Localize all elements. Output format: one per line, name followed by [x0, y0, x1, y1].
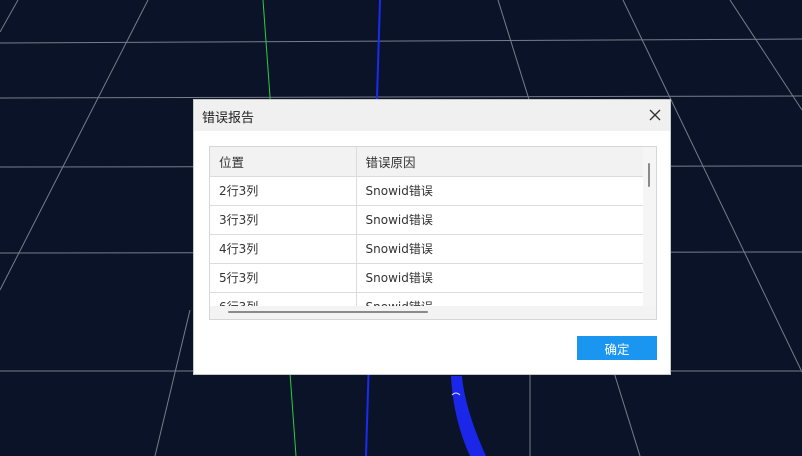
error-report-dialog: 错误报告 位置 错误原因 2行3列 Snowid错误 3行3列 Snowid错误… — [193, 99, 671, 375]
horizontal-scrollbar[interactable] — [210, 306, 656, 319]
vertical-scroll-thumb[interactable] — [648, 163, 650, 187]
cell-reason: Snowid错误 — [356, 205, 644, 235]
close-icon[interactable] — [646, 106, 664, 124]
error-grid: 位置 错误原因 2行3列 Snowid错误 3行3列 Snowid错误 4行3列… — [210, 147, 644, 319]
vertical-scrollbar[interactable] — [643, 147, 656, 307]
horizontal-scroll-thumb[interactable] — [228, 311, 428, 313]
table-row[interactable]: 3行3列 Snowid错误 — [210, 205, 644, 235]
cell-position: 4行3列 — [210, 234, 357, 264]
table-row[interactable]: 5行3列 Snowid错误 — [210, 263, 644, 293]
error-table[interactable]: 位置 错误原因 2行3列 Snowid错误 3行3列 Snowid错误 4行3列… — [209, 146, 657, 320]
cell-position: 3行3列 — [210, 205, 357, 235]
column-header-reason[interactable]: 错误原因 — [356, 147, 644, 177]
column-header-position[interactable]: 位置 — [210, 147, 357, 177]
table-row[interactable]: 4行3列 Snowid错误 — [210, 234, 644, 264]
dialog-title: 错误报告 — [202, 111, 255, 126]
ok-button[interactable]: 确定 — [577, 336, 657, 360]
table-header-row: 位置 错误原因 — [210, 147, 644, 177]
cell-reason: Snowid错误 — [356, 176, 644, 206]
cell-position: 5行3列 — [210, 263, 357, 293]
cell-reason: Snowid错误 — [356, 234, 644, 264]
dialog-titlebar[interactable]: 错误报告 — [194, 100, 670, 131]
cell-reason: Snowid错误 — [356, 263, 644, 293]
cell-position: 2行3列 — [210, 176, 357, 206]
table-row[interactable]: 2行3列 Snowid错误 — [210, 176, 644, 206]
